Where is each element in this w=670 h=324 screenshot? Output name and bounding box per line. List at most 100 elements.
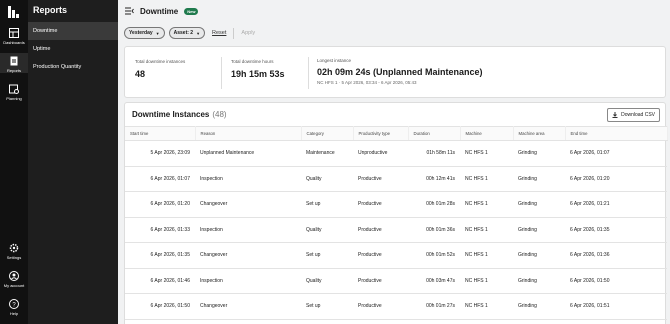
cell-machine-area: Grinding (513, 268, 565, 294)
rail-item-my-account[interactable]: My account (0, 271, 28, 288)
cell-machine: NC HFS 1 (460, 166, 513, 192)
cell-duration: 00h 03m 47s (408, 268, 460, 294)
table-body: 5 Apr 2026, 23:09 Unplanned Maintenance Ma… (125, 140, 667, 320)
rail-item-dashboards[interactable]: Dashboards (0, 28, 28, 45)
subnav-item-downtime[interactable]: Downtime (28, 22, 118, 40)
cell-productivity-type: Productive (353, 293, 408, 320)
rail-label: Dashboards (3, 40, 25, 45)
chevron-down-icon: ▼ (196, 30, 201, 36)
column-header-productivity-type[interactable]: Productivity type (353, 126, 409, 141)
cell-end-time: 6 Apr 2026, 01:07 (565, 140, 667, 167)
cell-duration: 00h 12m 41s (408, 166, 460, 192)
main: Downtime New Yesterday ▼ Asset: 2 ▼ Rese… (118, 0, 670, 324)
table-row[interactable]: 6 Apr 2026, 01:33 Inspection Quality Produc… (125, 217, 667, 243)
cell-machine-area: Grinding (513, 140, 565, 167)
filter-bar: Yesterday ▼ Asset: 2 ▼ Reset Apply (118, 22, 670, 44)
planning-icon (9, 84, 19, 94)
cell-category: Set up (301, 293, 353, 320)
asset-filter[interactable]: Asset: 2 ▼ (168, 27, 206, 39)
subnav-item-production-quantity[interactable]: Production Quantity (28, 58, 118, 76)
table-row[interactable]: 6 Apr 2026, 01:07 Inspection Quality Produc… (125, 166, 667, 192)
rail-item-settings[interactable]: Settings (0, 243, 28, 260)
table-title: Downtime Instances (132, 110, 210, 119)
column-header-machine-area[interactable]: Machine area (513, 126, 566, 141)
cell-machine-area: Grinding (513, 293, 565, 320)
stat-label: Total downtime instances (135, 59, 186, 64)
apply-button[interactable]: Apply (238, 30, 258, 36)
column-header-category[interactable]: Category (301, 126, 354, 141)
cell-category: Set up (301, 191, 353, 218)
download-csv-label: Download CSV (621, 112, 655, 118)
cell-start-time: 6 Apr 2026, 01:46 (125, 268, 195, 294)
cell-machine: NC HFS 1 (460, 140, 513, 167)
cell-productivity-type: Productive (353, 268, 408, 294)
table-count: (48) (212, 110, 227, 119)
table-row[interactable]: 6 Apr 2026, 01:46 Inspection Quality Produc… (125, 268, 667, 294)
table-row[interactable]: 5 Apr 2026, 23:09 Unplanned Maintenance Ma… (125, 140, 667, 167)
period-filter[interactable]: Yesterday ▼ (124, 27, 165, 39)
column-header-duration[interactable]: Duration (408, 126, 461, 141)
cell-machine: NC HFS 1 (460, 191, 513, 218)
table-row[interactable]: 6 Apr 2026, 01:20 Changeover Set up Product… (125, 191, 667, 218)
table-header: Downtime Instances (48) (125, 103, 665, 126)
cell-machine-area: Grinding (513, 191, 565, 218)
cell-reason: Changeover (195, 242, 301, 269)
help-icon: ? (9, 299, 19, 309)
collapse-menu-icon[interactable] (125, 7, 134, 15)
cell-reason: Inspection (195, 166, 301, 192)
divider (233, 27, 235, 39)
cell-productivity-type: Productive (353, 217, 408, 243)
rail-item-reports[interactable]: Reports (0, 53, 28, 73)
icon-rail: Dashboards Reports Planning Settings My … (0, 0, 28, 324)
cell-machine-area: Grinding (513, 166, 565, 192)
column-header-machine[interactable]: Machine (460, 126, 514, 141)
downtime-table: Start time Reason Category Productivity … (125, 126, 668, 320)
stat-total-hours: Total downtime hours 19h 15m 53s (231, 59, 285, 79)
period-filter-label: Yesterday (129, 30, 153, 36)
rail-label: Settings (6, 255, 22, 260)
gear-icon (9, 243, 19, 253)
chevron-down-icon: ▼ (155, 30, 160, 36)
stat-label: Total downtime hours (231, 59, 274, 64)
cell-start-time: 6 Apr 2026, 01:35 (125, 242, 195, 269)
stat-value: 02h 09m 24s (Unplanned Maintenance) (317, 67, 483, 77)
cell-reason: Unplanned Maintenance (195, 140, 301, 167)
cell-duration: 01h 58m 11s (408, 140, 460, 167)
table-row[interactable]: 6 Apr 2026, 01:35 Changeover Set up Product… (125, 242, 667, 269)
dashboard-icon (9, 28, 19, 38)
cell-category: Quality (301, 217, 353, 243)
cell-reason: Inspection (195, 268, 301, 294)
cell-start-time: 6 Apr 2026, 01:50 (125, 293, 195, 320)
cell-reason: Changeover (195, 191, 301, 218)
rail-item-help[interactable]: ? Help (0, 299, 28, 316)
cell-productivity-type: Productive (353, 242, 408, 269)
download-csv-button[interactable]: Download CSV (607, 108, 660, 122)
stat-value: 48 (135, 69, 146, 79)
account-icon (9, 271, 19, 281)
cell-category: Quality (301, 268, 353, 294)
rail-item-planning[interactable]: Planning (0, 84, 28, 101)
subnav: Reports Downtime Uptime Production Quant… (28, 0, 118, 324)
subnav-title: Reports (33, 5, 68, 15)
cell-machine: NC HFS 1 (460, 217, 513, 243)
stat-label: Longest instance (317, 58, 352, 63)
table-row[interactable]: 6 Apr 2026, 01:50 Changeover Set up Product… (125, 293, 667, 320)
subnav-item-uptime[interactable]: Uptime (28, 40, 118, 58)
stat-longest-instance: Longest instance 02h 09m 24s (Unplanned … (317, 58, 483, 85)
reset-button[interactable]: Reset (209, 30, 229, 36)
cell-productivity-type: Productive (353, 191, 408, 218)
cell-end-time: 6 Apr 2026, 01:36 (565, 242, 667, 269)
cell-end-time: 6 Apr 2026, 01:20 (565, 166, 667, 192)
divider (221, 57, 222, 89)
cell-productivity-type: Productive (353, 166, 408, 192)
column-header-end-time[interactable]: End time (565, 126, 668, 141)
cell-end-time: 6 Apr 2026, 01:51 (565, 293, 667, 320)
divider (308, 57, 309, 89)
column-header-reason[interactable]: Reason (195, 126, 302, 141)
table-header-row: Start time Reason Category Productivity … (125, 126, 668, 141)
column-header-start-time[interactable]: Start time (125, 126, 196, 141)
cell-reason: Inspection (195, 217, 301, 243)
logo-icon (8, 6, 19, 18)
new-badge: New (184, 7, 199, 15)
cell-reason: Changeover (195, 293, 301, 320)
